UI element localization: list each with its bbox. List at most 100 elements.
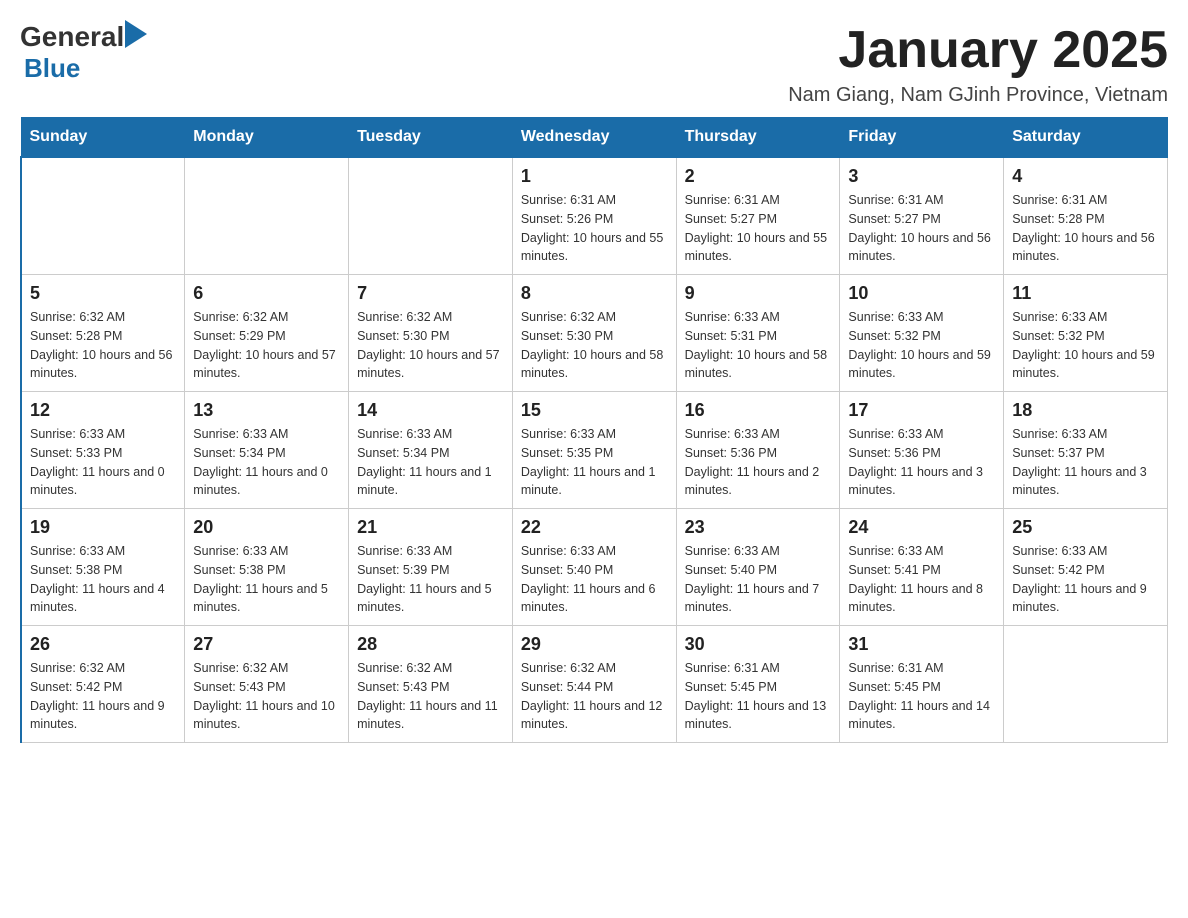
calendar-cell	[349, 157, 513, 275]
day-info: Sunrise: 6:33 AM Sunset: 5:34 PM Dayligh…	[357, 425, 504, 500]
calendar-cell: 10 Sunrise: 6:33 AM Sunset: 5:32 PM Dayli…	[840, 275, 1004, 392]
day-number: 15	[521, 400, 668, 421]
day-number: 13	[193, 400, 340, 421]
day-number: 14	[357, 400, 504, 421]
calendar-day-header: Tuesday	[349, 118, 513, 158]
calendar-day-header: Wednesday	[512, 118, 676, 158]
calendar-cell: 21Sunrise: 6:33 AM Sunset: 5:39 PM Dayli…	[349, 509, 513, 626]
day-info: Sunrise: 6:33 AM Sunset: 5:41 PM Dayligh…	[848, 542, 995, 617]
day-number: 2	[685, 166, 832, 187]
calendar-cell: 9Sunrise: 6:33 AM Sunset: 5:31 PM Daylig…	[676, 275, 840, 392]
day-number: 20	[193, 517, 340, 538]
day-number: 1	[521, 166, 668, 187]
main-title: January 2025	[788, 20, 1168, 80]
calendar-cell: 28Sunrise: 6:32 AM Sunset: 5:43 PM Dayli…	[349, 626, 513, 743]
calendar-cell: 4Sunrise: 6:31 AM Sunset: 5:28 PM Daylig…	[1004, 157, 1168, 275]
day-info: Sunrise: 6:33 AM Sunset: 5:36 PM Dayligh…	[685, 425, 832, 500]
day-number: 12	[30, 400, 176, 421]
calendar-cell: 6Sunrise: 6:32 AM Sunset: 5:29 PM Daylig…	[185, 275, 349, 392]
day-number: 8	[521, 283, 668, 304]
day-number: 29	[521, 634, 668, 655]
day-info: Sunrise: 6:33 AM Sunset: 5:39 PM Dayligh…	[357, 542, 504, 617]
calendar-week-row: 19 Sunrise: 6:33 AM Sunset: 5:38 PM Dayli…	[21, 509, 1168, 626]
calendar-day-header: Monday	[185, 118, 349, 158]
day-number: 17	[848, 400, 995, 421]
calendar-day-header: Sunday	[21, 118, 185, 158]
day-number: 31	[848, 634, 995, 655]
calendar-cell: 11 Sunrise: 6:33 AM Sunset: 5:32 PM Dayli…	[1004, 275, 1168, 392]
calendar-week-row: 12 Sunrise: 6:33 AM Sunset: 5:33 PM Dayli…	[21, 392, 1168, 509]
day-number: 6	[193, 283, 340, 304]
day-number: 11	[1012, 283, 1159, 304]
calendar-cell: 17Sunrise: 6:33 AM Sunset: 5:36 PM Dayli…	[840, 392, 1004, 509]
day-info: Sunrise: 6:33 AM Sunset: 5:40 PM Dayligh…	[685, 542, 832, 617]
subtitle: Nam Giang, Nam GJinh Province, Vietnam	[788, 84, 1168, 107]
calendar-cell: 29 Sunrise: 6:32 AM Sunset: 5:44 PM Dayli…	[512, 626, 676, 743]
calendar-cell: 16 Sunrise: 6:33 AM Sunset: 5:36 PM Dayli…	[676, 392, 840, 509]
logo-general-text: General	[20, 21, 124, 53]
calendar-cell: 2 Sunrise: 6:31 AM Sunset: 5:27 PM Daylig…	[676, 157, 840, 275]
day-number: 7	[357, 283, 504, 304]
calendar-week-row: 5Sunrise: 6:32 AM Sunset: 5:28 PM Daylig…	[21, 275, 1168, 392]
day-number: 19	[30, 517, 176, 538]
day-info: Sunrise: 6:33 AM Sunset: 5:42 PM Dayligh…	[1012, 542, 1159, 617]
day-info: Sunrise: 6:32 AM Sunset: 5:43 PM Dayligh…	[357, 659, 504, 734]
day-info: Sunrise: 6:32 AM Sunset: 5:44 PM Dayligh…	[521, 659, 668, 734]
calendar-cell: 7Sunrise: 6:32 AM Sunset: 5:30 PM Daylig…	[349, 275, 513, 392]
day-info: Sunrise: 6:33 AM Sunset: 5:38 PM Dayligh…	[193, 542, 340, 617]
calendar-cell: 22Sunrise: 6:33 AM Sunset: 5:40 PM Dayli…	[512, 509, 676, 626]
calendar-cell: 31 Sunrise: 6:31 AM Sunset: 5:45 PM Dayli…	[840, 626, 1004, 743]
calendar-header: SundayMondayTuesdayWednesdayThursdayFrid…	[21, 118, 1168, 158]
day-number: 3	[848, 166, 995, 187]
calendar-week-row: 1 Sunrise: 6:31 AM Sunset: 5:26 PM Daylig…	[21, 157, 1168, 275]
day-info: Sunrise: 6:31 AM Sunset: 5:27 PM Dayligh…	[685, 191, 832, 266]
day-number: 9	[685, 283, 832, 304]
day-info: Sunrise: 6:32 AM Sunset: 5:43 PM Dayligh…	[193, 659, 340, 734]
day-number: 27	[193, 634, 340, 655]
day-info: Sunrise: 6:31 AM Sunset: 5:26 PM Dayligh…	[521, 191, 668, 266]
day-info: Sunrise: 6:33 AM Sunset: 5:40 PM Dayligh…	[521, 542, 668, 617]
calendar-day-header: Friday	[840, 118, 1004, 158]
day-number: 24	[848, 517, 995, 538]
day-info: Sunrise: 6:32 AM Sunset: 5:30 PM Dayligh…	[521, 308, 668, 383]
day-info: Sunrise: 6:33 AM Sunset: 5:34 PM Dayligh…	[193, 425, 340, 500]
calendar-day-header: Thursday	[676, 118, 840, 158]
page-header: General Blue January 2025 Nam Giang, Nam…	[20, 20, 1168, 107]
day-info: Sunrise: 6:31 AM Sunset: 5:28 PM Dayligh…	[1012, 191, 1159, 266]
calendar-cell: 18Sunrise: 6:33 AM Sunset: 5:37 PM Dayli…	[1004, 392, 1168, 509]
calendar-cell: 25Sunrise: 6:33 AM Sunset: 5:42 PM Dayli…	[1004, 509, 1168, 626]
calendar-cell: 27 Sunrise: 6:32 AM Sunset: 5:43 PM Dayli…	[185, 626, 349, 743]
day-info: Sunrise: 6:31 AM Sunset: 5:45 PM Dayligh…	[848, 659, 995, 734]
calendar-cell: 8 Sunrise: 6:32 AM Sunset: 5:30 PM Daylig…	[512, 275, 676, 392]
day-number: 16	[685, 400, 832, 421]
day-number: 10	[848, 283, 995, 304]
calendar-cell: 12 Sunrise: 6:33 AM Sunset: 5:33 PM Dayli…	[21, 392, 185, 509]
calendar-cell: 1 Sunrise: 6:31 AM Sunset: 5:26 PM Daylig…	[512, 157, 676, 275]
calendar-cell: 13 Sunrise: 6:33 AM Sunset: 5:34 PM Dayli…	[185, 392, 349, 509]
calendar-cell: 15Sunrise: 6:33 AM Sunset: 5:35 PM Dayli…	[512, 392, 676, 509]
day-info: Sunrise: 6:31 AM Sunset: 5:45 PM Dayligh…	[685, 659, 832, 734]
day-number: 23	[685, 517, 832, 538]
day-info: Sunrise: 6:32 AM Sunset: 5:42 PM Dayligh…	[30, 659, 176, 734]
calendar-table: SundayMondayTuesdayWednesdayThursdayFrid…	[20, 117, 1168, 743]
day-number: 26	[30, 634, 176, 655]
day-info: Sunrise: 6:33 AM Sunset: 5:33 PM Dayligh…	[30, 425, 176, 500]
day-info: Sunrise: 6:31 AM Sunset: 5:27 PM Dayligh…	[848, 191, 995, 266]
day-info: Sunrise: 6:33 AM Sunset: 5:32 PM Dayligh…	[848, 308, 995, 383]
logo-blue-text: Blue	[24, 53, 80, 83]
day-info: Sunrise: 6:32 AM Sunset: 5:28 PM Dayligh…	[30, 308, 176, 383]
calendar-cell: 30Sunrise: 6:31 AM Sunset: 5:45 PM Dayli…	[676, 626, 840, 743]
calendar-cell	[185, 157, 349, 275]
calendar-cell: 5Sunrise: 6:32 AM Sunset: 5:28 PM Daylig…	[21, 275, 185, 392]
calendar-cell: 3 Sunrise: 6:31 AM Sunset: 5:27 PM Daylig…	[840, 157, 1004, 275]
day-info: Sunrise: 6:33 AM Sunset: 5:37 PM Dayligh…	[1012, 425, 1159, 500]
calendar-cell: 20 Sunrise: 6:33 AM Sunset: 5:38 PM Dayli…	[185, 509, 349, 626]
calendar-day-header: Saturday	[1004, 118, 1168, 158]
calendar-cell	[21, 157, 185, 275]
calendar-cell: 23 Sunrise: 6:33 AM Sunset: 5:40 PM Dayli…	[676, 509, 840, 626]
calendar-cell	[1004, 626, 1168, 743]
day-info: Sunrise: 6:33 AM Sunset: 5:32 PM Dayligh…	[1012, 308, 1159, 383]
calendar-cell: 24 Sunrise: 6:33 AM Sunset: 5:41 PM Dayli…	[840, 509, 1004, 626]
calendar-cell: 19Sunrise: 6:33 AM Sunset: 5:38 PM Dayli…	[21, 509, 185, 626]
title-section: January 2025 Nam Giang, Nam GJinh Provin…	[788, 20, 1168, 107]
